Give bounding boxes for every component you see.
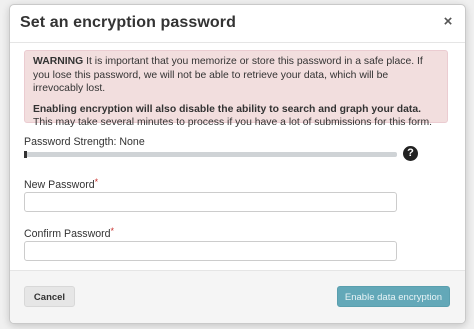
new-password-input[interactable] [24, 192, 397, 212]
notice-text: This may take several minutes to process… [33, 117, 433, 128]
modal-header: Set an encryption password × [10, 5, 465, 43]
confirm-password-label-text: Confirm Password [24, 228, 111, 240]
enable-data-encryption-button[interactable]: Enable data encryption [337, 286, 450, 307]
cancel-button[interactable]: Cancel [24, 286, 75, 307]
warning-paragraph: WARNING It is important that you memoriz… [33, 55, 441, 96]
password-strength-label: Password Strength: None [24, 136, 145, 148]
notice-bold-text: Enabling encryption will also disable th… [33, 103, 421, 115]
required-marker: * [110, 226, 115, 236]
password-strength-meter [24, 151, 397, 158]
warning-bold-text: WARNING [33, 56, 84, 67]
notice-paragraph: Enabling encryption will also disable th… [33, 103, 441, 130]
encryption-password-modal: Set an encryption password × WARNING It … [9, 4, 466, 324]
confirm-password-input[interactable] [24, 241, 397, 261]
warning-text: It is important that you memorize or sto… [33, 56, 423, 94]
new-password-label-text: New Password [24, 179, 95, 191]
required-marker: * [94, 177, 99, 187]
question-circle-icon[interactable]: ? [403, 146, 418, 161]
modal-footer: Cancel Enable data encryption [10, 270, 465, 323]
new-password-label: New Password* [24, 177, 98, 191]
page-backdrop: Set an encryption password × WARNING It … [0, 0, 474, 329]
close-icon[interactable]: × [441, 13, 455, 31]
warning-alert: WARNING It is important that you memoriz… [24, 50, 448, 128]
confirm-password-label: Confirm Password* [24, 226, 114, 240]
modal-title: Set an encryption password [20, 14, 236, 31]
password-strength-marker [24, 151, 27, 158]
